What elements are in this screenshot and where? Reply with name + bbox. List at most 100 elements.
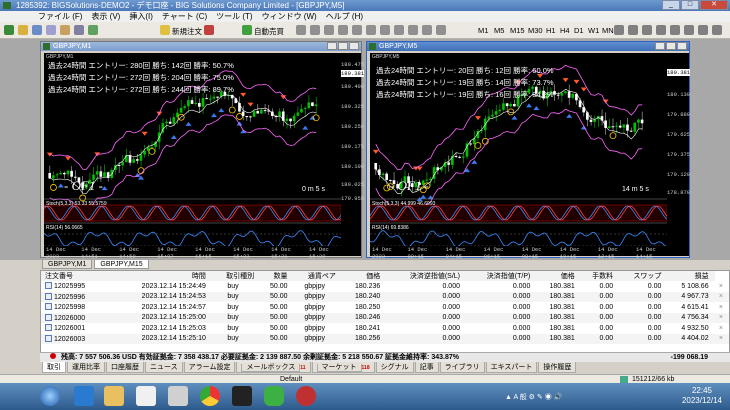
tab-trade[interactable]: 取引 bbox=[42, 362, 66, 373]
table-row[interactable]: 12026001 2023.12.14 15:25:03 buy 50.00 gbpjp… bbox=[41, 323, 729, 334]
line-chart-icon[interactable] bbox=[324, 25, 334, 35]
close-order-icon[interactable]: × bbox=[715, 313, 729, 324]
col-commission[interactable]: 手数料 bbox=[580, 271, 620, 281]
clock[interactable]: 22:45 2023/12/14 bbox=[682, 386, 722, 406]
terminal-side-handle[interactable] bbox=[0, 270, 40, 373]
terminal-icon[interactable] bbox=[74, 25, 84, 35]
horizontal-line-icon[interactable] bbox=[656, 25, 666, 35]
cursor-icon[interactable] bbox=[614, 25, 624, 35]
tab-history[interactable]: 口座履歴 bbox=[106, 362, 144, 373]
ie-icon[interactable] bbox=[74, 386, 94, 406]
tf-d1[interactable]: D1 bbox=[574, 26, 584, 35]
chart-window-m1[interactable]: GBPJPY,M1 GBPJPY,M1 過去24時間 エントリー: 280回 勝… bbox=[40, 41, 365, 260]
media-icon[interactable] bbox=[136, 386, 156, 406]
bar-chart-icon[interactable] bbox=[296, 25, 306, 35]
menu-view[interactable]: 表示 (V) bbox=[91, 11, 120, 22]
col-type[interactable]: 取引種別 bbox=[211, 271, 261, 281]
col-sl[interactable]: 決済逆指値(S/L) bbox=[386, 271, 466, 281]
tf-h1[interactable]: H1 bbox=[546, 26, 556, 35]
close-order-icon[interactable]: × bbox=[715, 292, 729, 303]
menu-window[interactable]: ウィンドウ (W) bbox=[262, 11, 317, 22]
fibo-icon[interactable] bbox=[698, 25, 708, 35]
chart-close-button[interactable] bbox=[677, 42, 687, 50]
app-icon[interactable] bbox=[168, 386, 188, 406]
table-row[interactable]: 12025995 2023.12.14 15:24:49 buy 50.00 gbpjp… bbox=[41, 281, 729, 292]
explorer-icon[interactable] bbox=[104, 386, 124, 406]
text-tool-icon[interactable] bbox=[712, 25, 722, 35]
new-order-button[interactable]: 新規注文 bbox=[172, 26, 202, 37]
tab-library[interactable]: ライブラリ bbox=[439, 362, 485, 373]
chart-minimize-button[interactable] bbox=[327, 42, 337, 50]
tf-m1[interactable]: M1 bbox=[478, 26, 488, 35]
chart-shift-icon[interactable] bbox=[394, 25, 404, 35]
tf-m15[interactable]: M15 bbox=[510, 26, 525, 35]
indicators-icon[interactable] bbox=[408, 25, 418, 35]
tf-m30[interactable]: M30 bbox=[528, 26, 543, 35]
profiles-icon[interactable] bbox=[18, 25, 28, 35]
minimize-button[interactable]: _ bbox=[662, 0, 680, 10]
menu-chart[interactable]: チャート (C) bbox=[162, 11, 207, 22]
trading-app-icon[interactable] bbox=[232, 386, 252, 406]
auto-trade-button[interactable]: 自動売買 bbox=[254, 26, 284, 37]
vertical-line-icon[interactable] bbox=[642, 25, 652, 35]
metatrader-icon[interactable] bbox=[296, 386, 316, 406]
new-order-icon[interactable] bbox=[160, 25, 170, 35]
tf-h4[interactable]: H4 bbox=[560, 26, 570, 35]
col-swap[interactable]: スワップ bbox=[619, 271, 668, 281]
candle-chart-icon[interactable] bbox=[310, 25, 320, 35]
close-order-icon[interactable]: × bbox=[715, 302, 729, 313]
col-current-price[interactable]: 価格 bbox=[536, 271, 581, 281]
tf-mn[interactable]: MN bbox=[602, 26, 614, 35]
menu-insert[interactable]: 挿入(I) bbox=[129, 11, 153, 22]
col-ticket[interactable]: 注文番号 bbox=[41, 271, 113, 281]
chart-maximize-button[interactable] bbox=[338, 42, 348, 50]
templates-icon[interactable] bbox=[436, 25, 446, 35]
col-profit[interactable]: 損益 bbox=[667, 271, 715, 281]
col-time[interactable]: 時間 bbox=[112, 271, 212, 281]
table-row[interactable]: 12025998 2023.12.14 15:24:57 buy 50.00 gbpjp… bbox=[41, 302, 729, 313]
col-volume[interactable]: 数量 bbox=[260, 271, 294, 281]
line-icon[interactable] bbox=[264, 386, 284, 406]
chart-window-title[interactable]: GBPJPY,M5 bbox=[367, 42, 689, 51]
tab-gbpjpy-m15[interactable]: GBPJPY,M15 bbox=[94, 260, 149, 269]
maximize-button[interactable]: □ bbox=[681, 0, 699, 10]
trendline-icon[interactable] bbox=[670, 25, 680, 35]
tab-market[interactable]: マーケット 118 bbox=[311, 362, 375, 373]
chart-window-m5[interactable]: GBPJPY,M5 GBPJPY,M5 過去24時間 エントリー: 20回 勝ち… bbox=[366, 41, 691, 260]
tab-alerts[interactable]: アラーム設定 bbox=[183, 362, 236, 373]
auto-trade-icon[interactable] bbox=[242, 25, 252, 35]
channel-icon[interactable] bbox=[684, 25, 694, 35]
chart-canvas[interactable]: GBPJPY,M5 過去24時間 エントリー: 20回 勝ち: 12回 勝率: … bbox=[370, 53, 667, 256]
zoom-in-icon[interactable] bbox=[338, 25, 348, 35]
chart-maximize-button[interactable] bbox=[666, 42, 676, 50]
table-row[interactable]: 12026003 2023.12.14 15:25:10 buy 50.00 gbpjp… bbox=[41, 333, 729, 344]
crosshair-icon[interactable] bbox=[628, 25, 638, 35]
tab-news[interactable]: ニュース bbox=[145, 362, 183, 373]
close-order-icon[interactable]: × bbox=[715, 323, 729, 334]
tf-w1[interactable]: W1 bbox=[588, 26, 599, 35]
chart-window-title[interactable]: GBPJPY,M1 bbox=[41, 42, 361, 51]
meta-editor-icon[interactable] bbox=[204, 25, 214, 35]
tile-windows-icon[interactable] bbox=[366, 25, 376, 35]
autoscroll-icon[interactable] bbox=[380, 25, 390, 35]
table-row[interactable]: 12026000 2023.12.14 15:25:00 buy 50.00 gbpjp… bbox=[41, 312, 729, 324]
market-watch-icon[interactable] bbox=[32, 25, 42, 35]
col-price[interactable]: 価格 bbox=[341, 271, 387, 281]
close-button[interactable]: ✕ bbox=[700, 0, 728, 10]
menu-help[interactable]: ヘルプ (H) bbox=[326, 11, 363, 22]
table-row[interactable]: 12025996 2023.12.14 15:24:53 buy 50.00 gbpjp… bbox=[41, 291, 729, 303]
tab-mailbox[interactable]: メールボックス 11 bbox=[236, 362, 311, 373]
tab-experts[interactable]: エキスパート bbox=[485, 362, 538, 373]
periods-icon[interactable] bbox=[422, 25, 432, 35]
tf-m5[interactable]: M5 bbox=[494, 26, 504, 35]
tab-journal[interactable]: 操作履歴 bbox=[538, 362, 577, 373]
tab-gbpjpy-m1[interactable]: GBPJPY,M1 bbox=[42, 260, 93, 269]
data-window-icon[interactable] bbox=[46, 25, 56, 35]
start-button-icon[interactable] bbox=[40, 386, 60, 406]
tab-exposure[interactable]: 運用比率 bbox=[67, 362, 105, 373]
menu-file[interactable]: ファイル (F) bbox=[38, 11, 82, 22]
menu-tools[interactable]: ツール (T) bbox=[216, 11, 252, 22]
chart-canvas[interactable]: GBPJPY,M1 過去24時間 エントリー: 280回 勝ち: 142回 勝率… bbox=[44, 53, 341, 256]
tab-articles[interactable]: 記事 bbox=[414, 362, 439, 373]
col-symbol[interactable]: 通貨ペア bbox=[293, 271, 342, 281]
